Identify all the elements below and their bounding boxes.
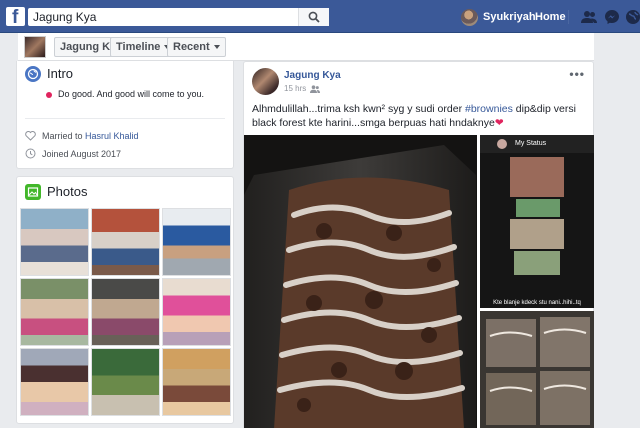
search-input[interactable] <box>31 8 296 26</box>
timeline-label: Timeline <box>116 41 161 53</box>
post-photo-status-screenshot[interactable]: My Status Kte blanje kdeck stu nani..hih… <box>480 135 594 308</box>
post-text-part: Alhmdulillah...trima ksh kwn² syg y sudi… <box>252 103 465 115</box>
status-screenshot-image <box>480 135 594 308</box>
recent-dropdown[interactable]: Recent <box>167 37 226 57</box>
messenger-icon[interactable] <box>604 9 620 25</box>
profile-thumbnail[interactable] <box>24 36 46 58</box>
photo-thumbnail[interactable] <box>162 208 231 276</box>
search-icon <box>308 11 320 23</box>
photo-thumbnail[interactable] <box>162 348 231 416</box>
heart-icon <box>25 131 36 141</box>
packaged-brownies-image <box>480 311 594 428</box>
photos-icon <box>25 184 41 200</box>
friends-audience-icon[interactable] <box>310 84 321 93</box>
photo-thumbnail[interactable] <box>91 348 160 416</box>
hashtag-link[interactable]: #brownies <box>465 103 513 115</box>
search-button[interactable] <box>298 8 329 26</box>
photo-thumbnail[interactable] <box>91 278 160 346</box>
photo-thumbnail[interactable] <box>91 208 160 276</box>
spouse-link[interactable]: Hasrul Khalid <box>85 131 139 141</box>
married-prefix: Married to <box>42 131 83 141</box>
recent-label: Recent <box>173 41 210 53</box>
globe-notifications-icon[interactable] <box>625 9 640 25</box>
photo-grid <box>20 208 232 416</box>
facebook-logo[interactable]: f <box>6 7 25 28</box>
joined-row: Joined August 2017 <box>25 148 121 159</box>
post-author-name[interactable]: Jagung Kya <box>284 70 341 81</box>
post-photo-main[interactable] <box>244 135 477 428</box>
top-navigation-bar: f Syukriyah Home <box>0 0 640 33</box>
nav-divider <box>568 10 569 24</box>
clock-icon <box>25 148 36 159</box>
search-box <box>28 8 329 26</box>
relationship-row: Married to Hasrul Khalid <box>25 131 139 141</box>
photo-thumbnail[interactable] <box>20 348 89 416</box>
post-time-text[interactable]: 15 hrs <box>284 84 306 93</box>
home-link[interactable]: Home <box>535 11 566 23</box>
globe-icon <box>25 66 41 82</box>
chevron-down-icon <box>213 45 220 50</box>
friend-requests-icon[interactable] <box>581 9 597 25</box>
post-text: Alhmdulillah...trima ksh kwn² syg y sudi… <box>252 102 587 130</box>
post-timestamp: 15 hrs <box>284 84 321 93</box>
status-label: My Status <box>515 140 547 147</box>
intro-card: Intro Do good. And good will come to you… <box>16 61 234 169</box>
photos-title: Photos <box>47 184 88 199</box>
profile-nav-bar: Jagung Kya Timeline Recent <box>18 33 594 61</box>
post-card: Jagung Kya 15 hrs ••• Alhmdulillah...tri… <box>243 61 594 428</box>
avatar <box>461 8 478 26</box>
intro-title: Intro <box>47 66 74 81</box>
bio-text: Do good. And good will come to you. <box>17 89 233 99</box>
status-caption: Kte blanje kdeck stu nani..hihi..tq <box>493 300 581 306</box>
bio-label: Do good. And good will come to you. <box>57 89 205 99</box>
post-author-avatar[interactable] <box>252 68 279 95</box>
heart-emoji-icon: ❤ <box>494 117 504 129</box>
nav-user-name: Syukriyah <box>483 11 536 23</box>
bullet-icon <box>45 91 52 98</box>
nav-profile-link[interactable]: Syukriyah <box>461 8 536 26</box>
post-options-button[interactable]: ••• <box>569 67 585 81</box>
brownie-tray-image <box>244 135 477 428</box>
divider <box>25 118 225 119</box>
photos-card: Photos <box>16 176 234 424</box>
joined-text: Joined August 2017 <box>42 148 122 159</box>
photo-thumbnail[interactable] <box>20 208 89 276</box>
photo-thumbnail[interactable] <box>20 278 89 346</box>
photo-thumbnail[interactable] <box>162 278 231 346</box>
post-photo-packaged[interactable] <box>480 311 594 428</box>
